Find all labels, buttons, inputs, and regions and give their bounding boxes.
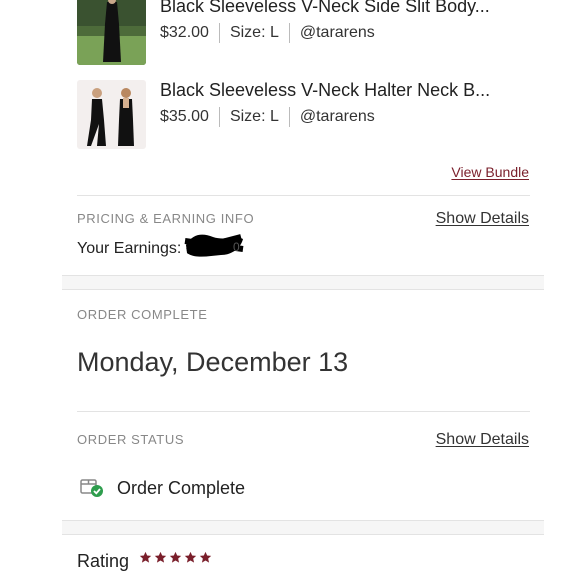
star-icon <box>154 551 167 563</box>
order-date: Monday, December 13 <box>77 347 349 377</box>
item-title[interactable]: Black Sleeveless V-Neck Side Slit Body..… <box>160 0 490 17</box>
item-size: Size: L <box>229 24 279 41</box>
star-icon <box>169 551 182 563</box>
item-seller[interactable]: @tararens <box>300 24 375 42</box>
item-size: Size: L <box>229 108 279 125</box>
star-icon <box>184 551 197 563</box>
view-bundle-link[interactable]: View Bundle <box>451 164 529 180</box>
divider <box>62 534 544 535</box>
item-photo-icon <box>77 0 146 65</box>
divider <box>62 289 544 290</box>
item-thumbnail[interactable] <box>77 80 146 149</box>
redaction-scribble-icon: 0 <box>184 234 244 257</box>
order-status-label: ORDER STATUS <box>77 432 185 447</box>
divider <box>288 107 290 127</box>
rating-label: Rating <box>77 551 130 571</box>
star-icon <box>199 551 212 563</box>
pricing-section-label: PRICING & EARNING INFO <box>77 211 255 226</box>
item-price: $32.00 <box>160 24 209 41</box>
section-gap <box>62 521 544 534</box>
item-meta: $35.00 Size: L @tararens <box>160 107 375 127</box>
order-status-text: Order Complete <box>117 478 246 498</box>
item-photo-icon <box>77 80 146 149</box>
divider <box>77 411 530 412</box>
divider <box>218 107 220 127</box>
order-complete-label: ORDER COMPLETE <box>77 307 208 322</box>
star-icon <box>139 551 152 563</box>
status-show-details-link[interactable]: Show Details <box>436 431 529 449</box>
item-thumbnail[interactable] <box>77 0 146 65</box>
divider <box>77 195 530 196</box>
rating-stars <box>139 551 212 564</box>
pricing-show-details-link[interactable]: Show Details <box>436 210 529 228</box>
earnings-label: Your Earnings: <box>77 240 182 257</box>
divider <box>218 23 220 43</box>
svg-text:0: 0 <box>233 240 240 254</box>
item-price: $35.00 <box>160 108 209 125</box>
item-meta: $32.00 Size: L @tararens <box>160 23 375 43</box>
divider <box>288 23 290 43</box>
item-title[interactable]: Black Sleeveless V-Neck Halter Neck B... <box>160 80 490 101</box>
package-check-icon <box>80 479 103 497</box>
item-seller[interactable]: @tararens <box>300 108 375 126</box>
section-gap <box>62 276 544 289</box>
